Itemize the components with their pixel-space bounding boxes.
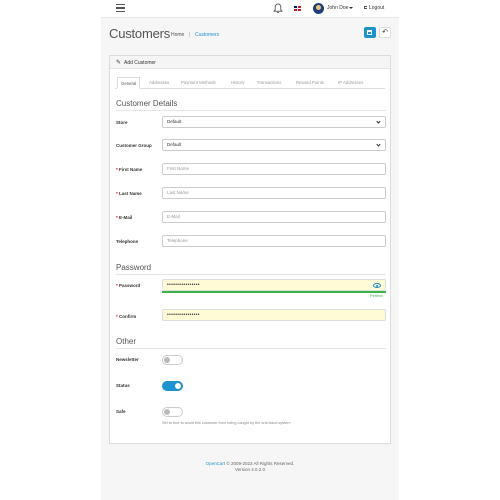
telephone-label: Telephone	[116, 239, 139, 244]
logout-icon[interactable]	[364, 6, 367, 9]
email-input[interactable]: E-Mail	[162, 211, 386, 223]
customer-group-label: Customer Group	[116, 143, 152, 148]
footer-version: Version 4.0.2.0	[234, 467, 266, 472]
tab-history[interactable]: History	[231, 77, 244, 89]
chevron-down-icon	[376, 119, 381, 124]
reply-icon: ↶	[382, 29, 388, 36]
chevron-down-icon[interactable]	[349, 7, 353, 9]
newsletter-toggle[interactable]	[162, 355, 183, 365]
avatar[interactable]	[313, 3, 324, 14]
newsletter-label: Newsletter	[116, 357, 139, 362]
store-select-value: Default	[167, 119, 182, 124]
tab-addresses[interactable]: Addresses	[149, 77, 169, 89]
safe-toggle[interactable]	[162, 407, 183, 417]
section-title-other: Other	[116, 337, 137, 346]
last-name-label: * Last Name	[116, 191, 142, 196]
breadcrumb-separator: |	[189, 32, 191, 38]
confirm-label: * Confirm	[116, 314, 137, 319]
password-strength-bar	[162, 291, 386, 293]
confirm-input[interactable]: ••••••••••••••••	[162, 309, 386, 321]
customer-group-select[interactable]: Default	[162, 139, 386, 151]
user-name[interactable]: John Doe	[327, 5, 348, 11]
page: John Doe Logout Customers Home | Custome…	[101, 0, 399, 500]
eye-icon[interactable]	[373, 283, 381, 288]
chevron-down-icon	[376, 142, 381, 147]
breadcrumb-home[interactable]: Home	[171, 32, 184, 38]
tab-transactions[interactable]: Transactions	[257, 77, 281, 89]
divider	[116, 348, 386, 349]
tab-general[interactable]: General	[117, 77, 141, 89]
store-label: Store	[116, 120, 128, 125]
logout-link[interactable]: Logout	[369, 5, 384, 11]
status-label: Status	[116, 383, 130, 388]
password-strength-label: Perfect	[370, 293, 383, 298]
confirm-value: ••••••••••••••••	[167, 312, 200, 318]
section-title-details: Customer Details	[116, 99, 178, 108]
safe-label: Safe	[116, 409, 126, 414]
uk-flag-icon[interactable]	[294, 6, 301, 11]
tab-reward-points[interactable]: Reward Points	[296, 77, 324, 89]
footer-copyright: OpenCart © 2009-2023 All Rights Reserved…	[205, 461, 295, 466]
top-navbar: John Doe Logout	[101, 0, 399, 18]
tab-ip-addresses[interactable]: IP Addresses	[338, 77, 363, 89]
divider	[116, 110, 386, 111]
card-title: Add Customer	[124, 60, 156, 66]
tab-bar: General Addresses Payment Methods Histor…	[115, 77, 385, 89]
telephone-input[interactable]: Telephone	[162, 235, 386, 247]
last-name-input[interactable]: Last Name	[162, 187, 386, 199]
breadcrumb-current[interactable]: Customers	[195, 32, 219, 38]
first-name-input[interactable]: First Name	[162, 163, 386, 175]
add-customer-card: ✎ Add Customer General Addresses Payment…	[109, 55, 391, 444]
tab-payment-methods[interactable]: Payment Methods	[181, 77, 216, 89]
divider	[116, 274, 386, 275]
back-button[interactable]: ↶	[379, 27, 391, 38]
save-button[interactable]	[364, 27, 376, 38]
password-input[interactable]: ••••••••••••••••	[162, 279, 386, 291]
footer-brand-link[interactable]: OpenCart	[206, 461, 226, 466]
email-label: * E-Mail	[116, 215, 133, 220]
floppy-icon	[367, 30, 372, 35]
password-label: * Password	[116, 283, 141, 288]
card-header: ✎ Add Customer	[110, 56, 390, 69]
pencil-icon: ✎	[116, 60, 122, 66]
page-title: Customers	[109, 26, 171, 41]
safe-help-text: Set to true to avoid this customer from …	[162, 421, 291, 425]
status-toggle[interactable]	[162, 381, 183, 391]
bell-icon[interactable]	[273, 3, 283, 14]
first-name-label: * First Name	[116, 167, 143, 172]
customer-group-select-value: Default	[167, 142, 182, 147]
store-select[interactable]: Default	[162, 116, 386, 128]
password-value: ••••••••••••••••	[167, 282, 200, 288]
section-title-password: Password	[116, 263, 152, 272]
hamburger-icon[interactable]	[116, 4, 125, 13]
